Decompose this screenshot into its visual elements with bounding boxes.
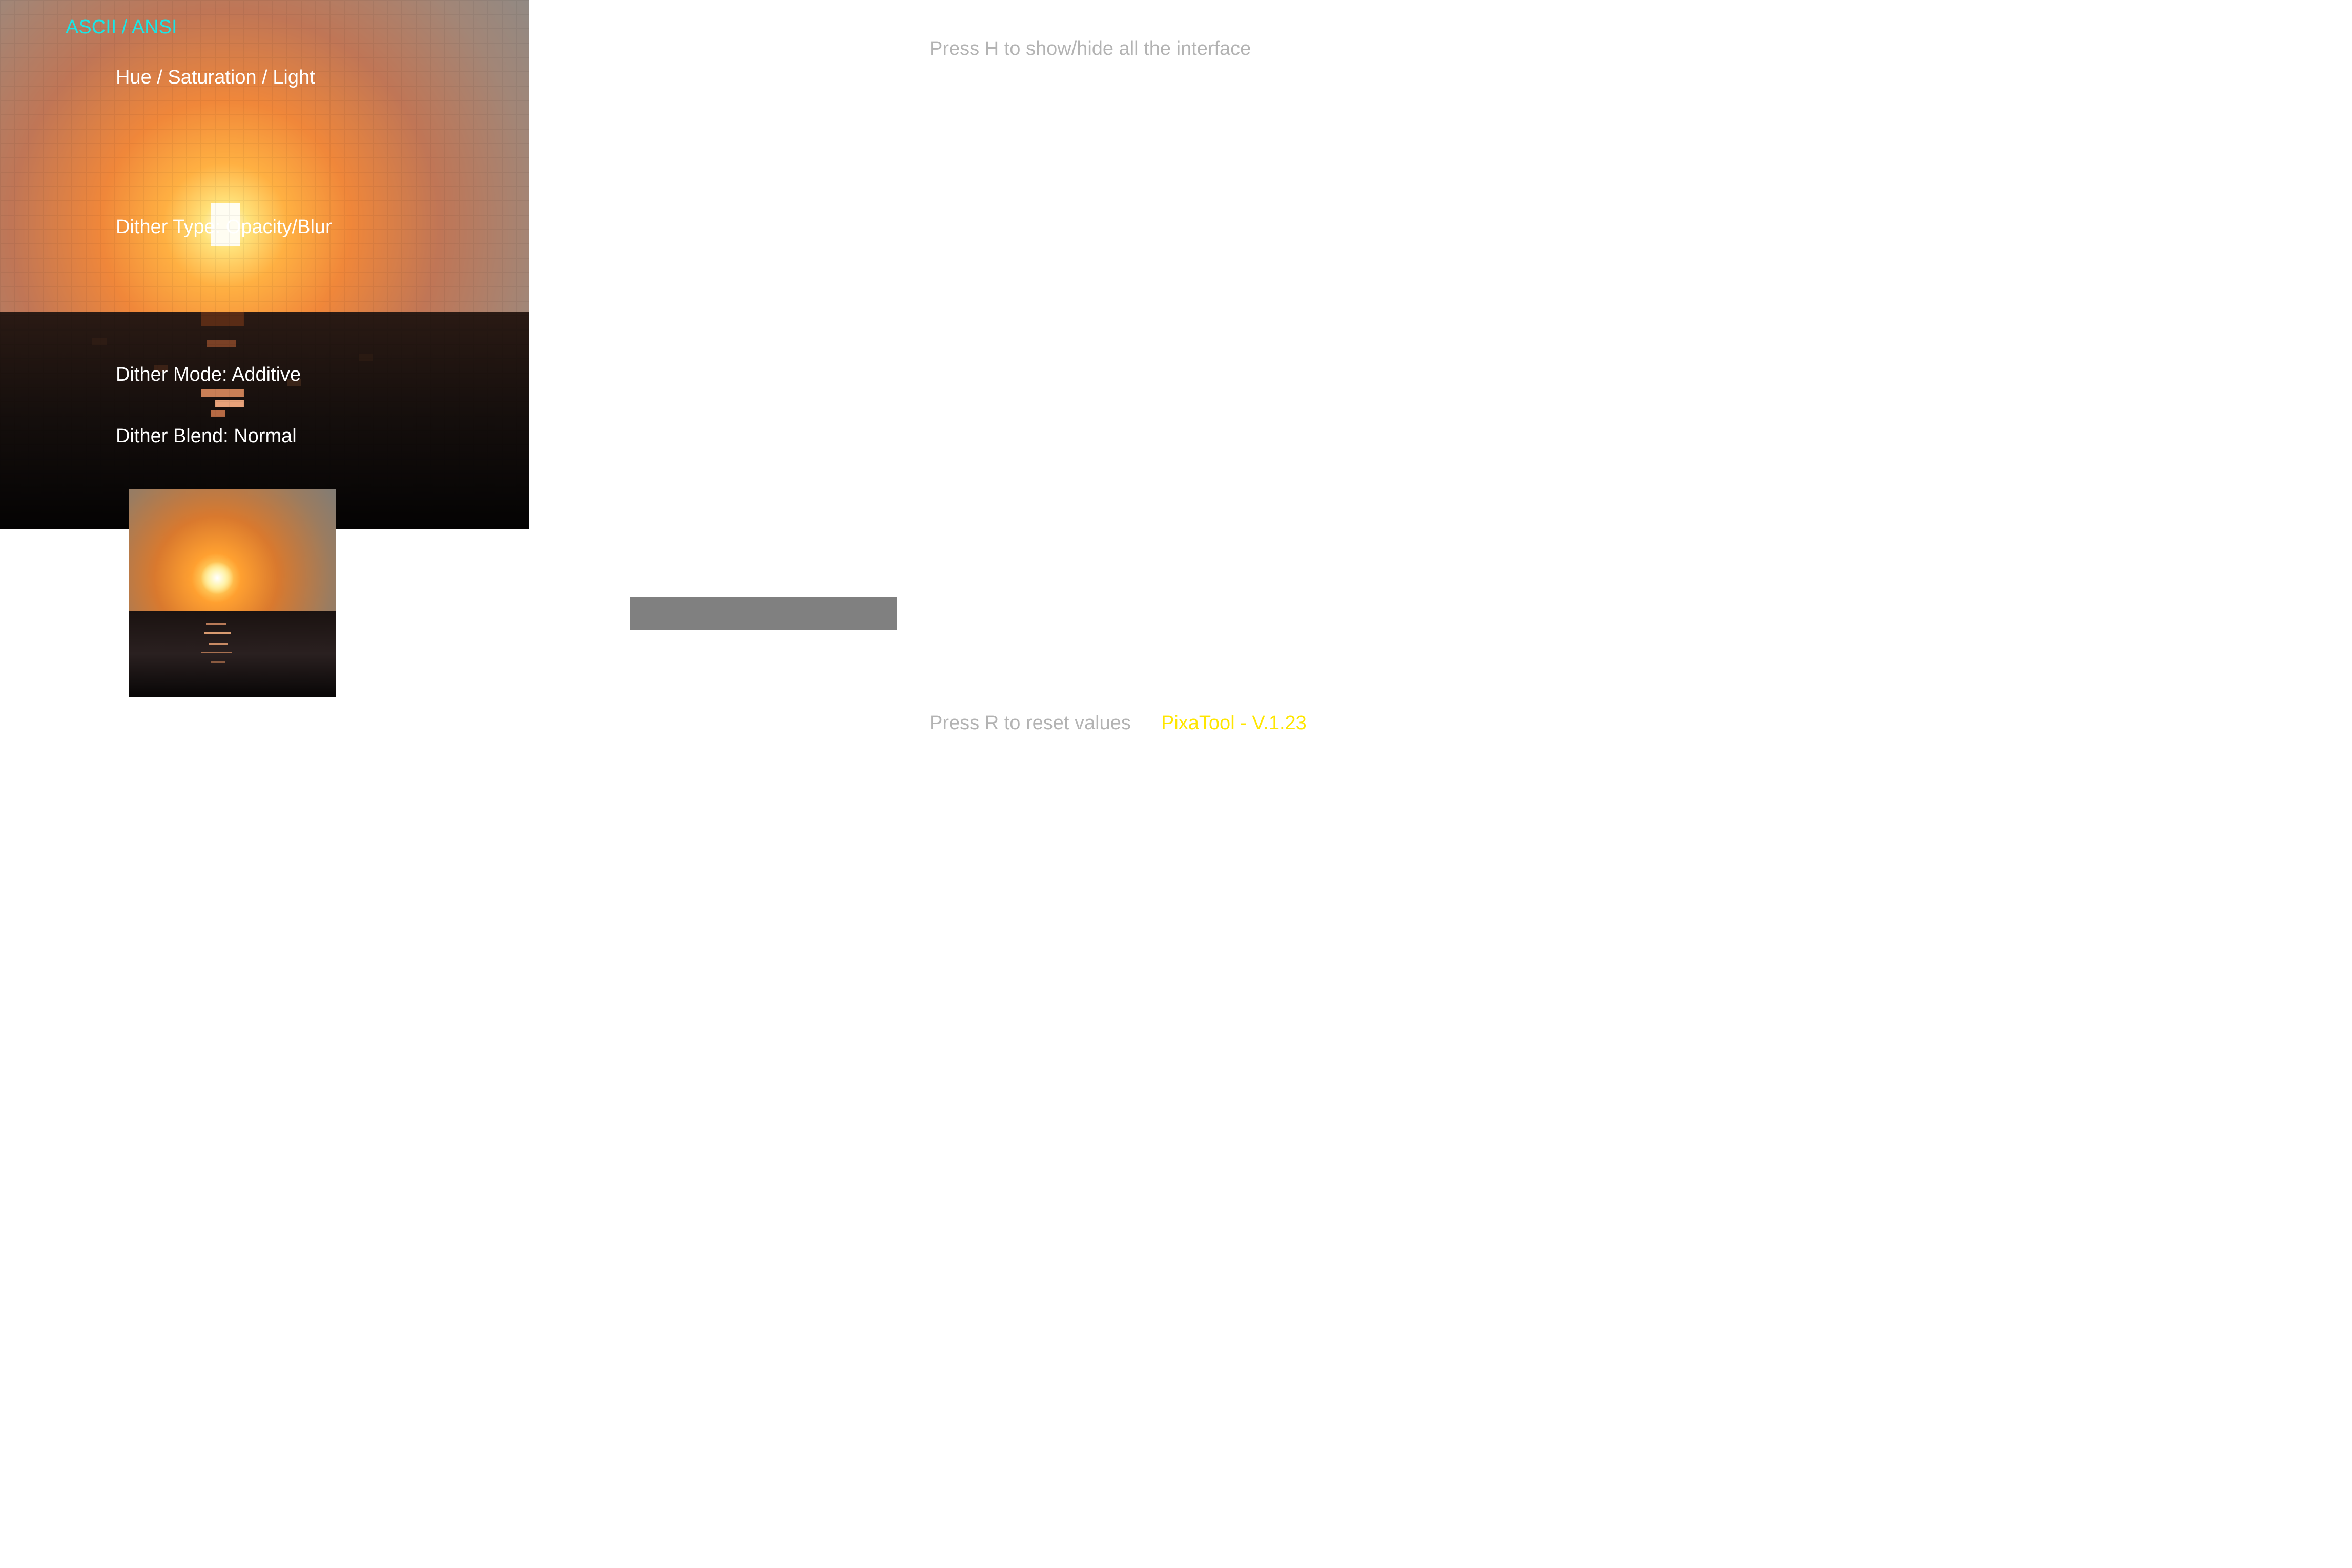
preview-canvas[interactable]: ASCII / ANSI Hue / Saturation / Light Di… [0,0,529,529]
source-image-thumbnail[interactable] [129,489,336,697]
reset-values-hint: Press R to reset values [930,712,1131,734]
mode-selector[interactable]: ASCII / ANSI [66,17,177,37]
progress-bar-fill [630,597,897,630]
progress-bar [630,597,897,630]
toggle-interface-hint: Press H to show/hide all the interface [930,38,1251,59]
dither-mode-control[interactable]: Dither Mode: Additive [116,365,301,384]
app-version-label: PixaTool - V.1.23 [1161,712,1307,734]
pixatool-window: ASCII / ANSI Hue / Saturation / Light Di… [0,0,2352,1568]
dither-type-control[interactable]: Dither Type: Opacity/Blur [116,217,332,237]
sunset-thumbnail-image [129,489,336,697]
dither-blend-control[interactable]: Dither Blend: Normal [116,426,297,446]
hsl-control-label[interactable]: Hue / Saturation / Light [116,68,315,87]
